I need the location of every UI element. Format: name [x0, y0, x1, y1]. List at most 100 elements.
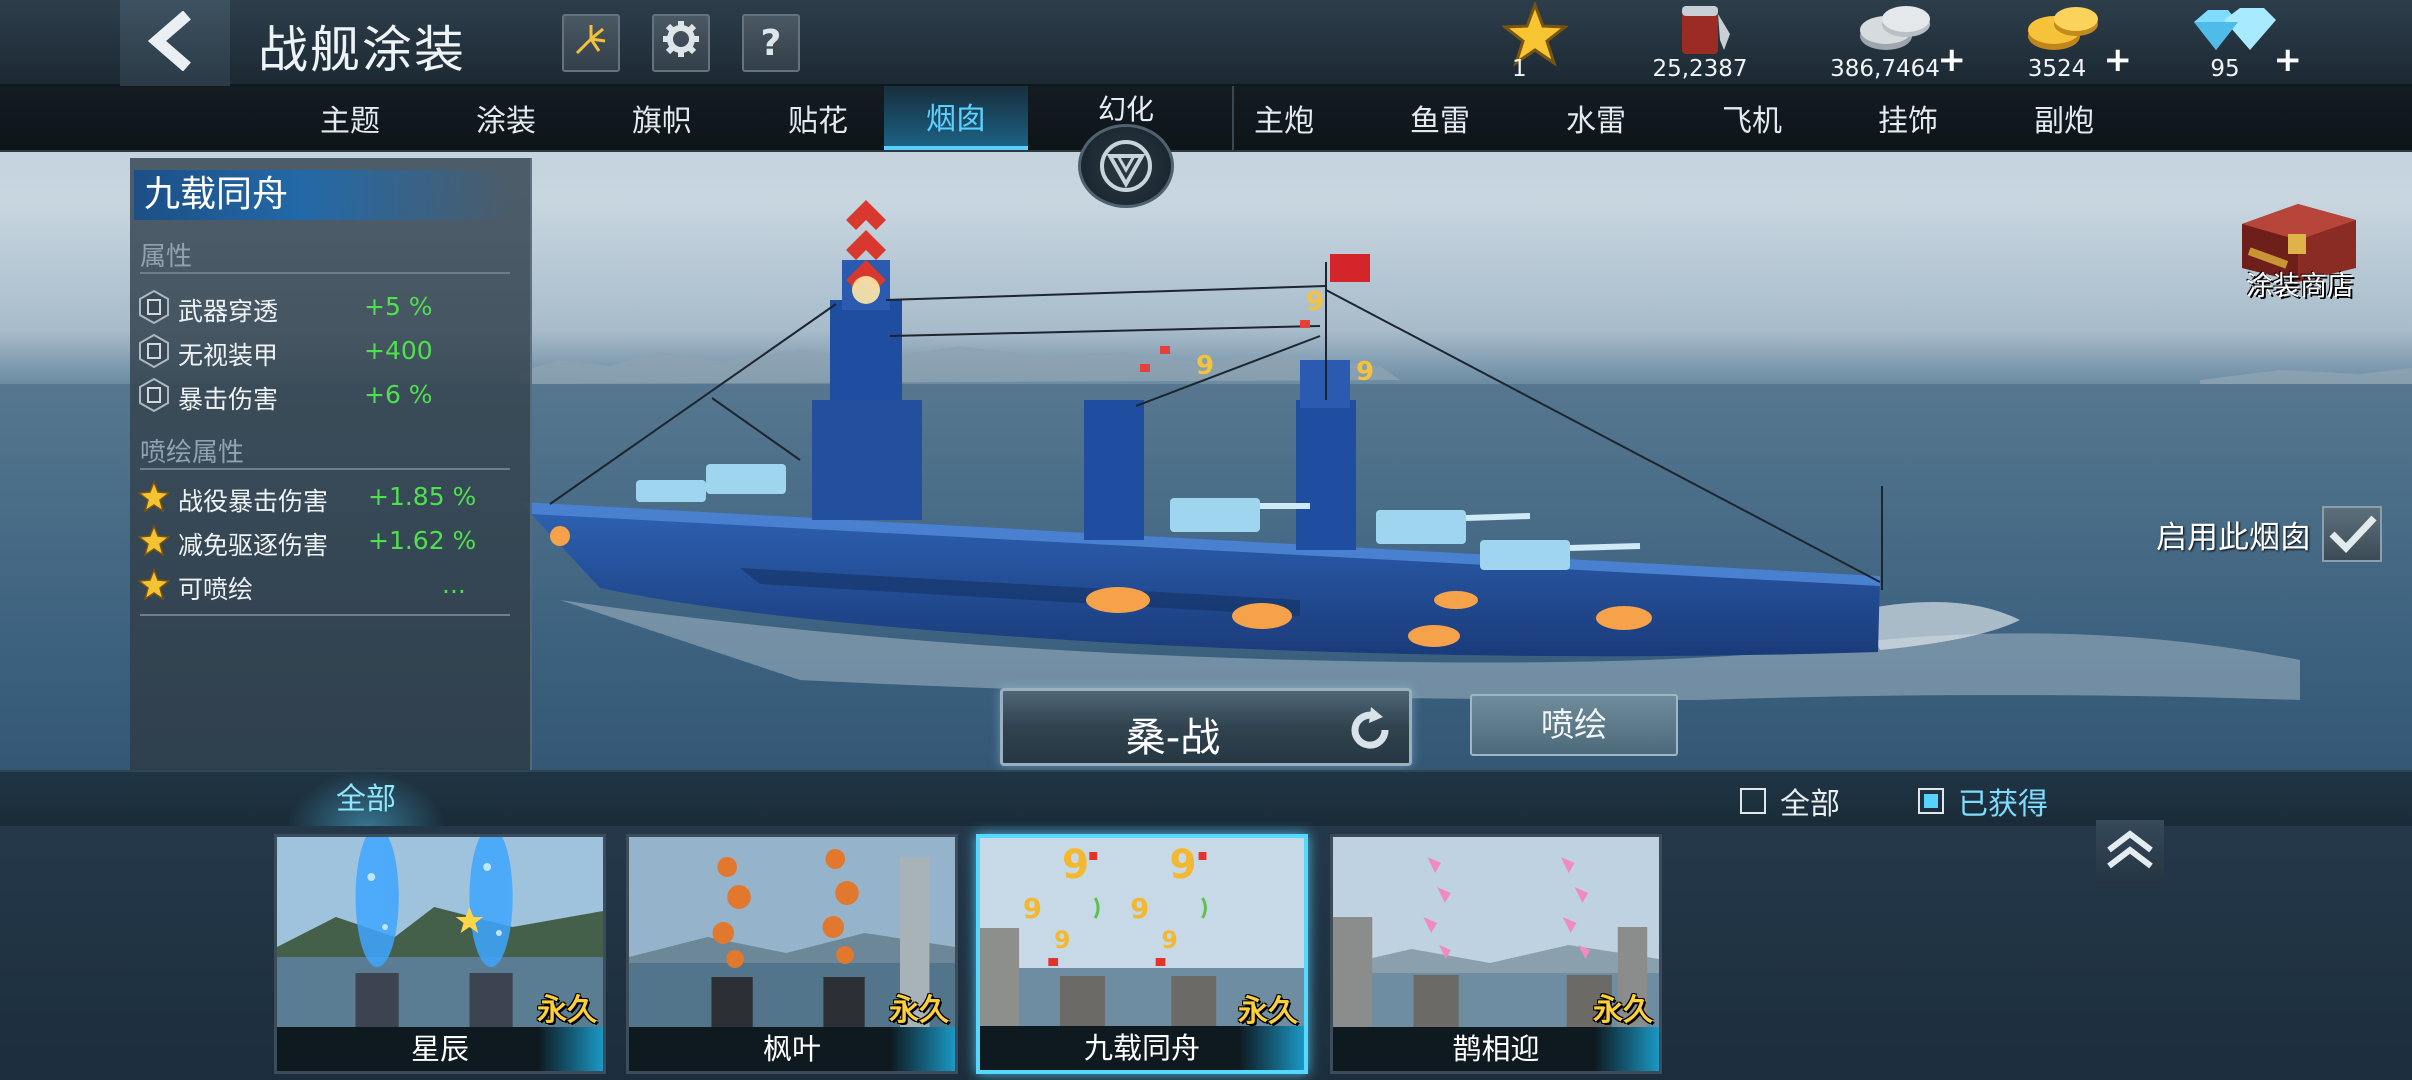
attr-value: +1.62 %: [368, 526, 477, 555]
permanent-tag: 永久: [1238, 994, 1298, 1029]
tab-aircraft[interactable]: 飞机: [1682, 86, 1822, 150]
add-diamond-icon[interactable]: +: [2274, 40, 2303, 80]
help-icon: ?: [760, 22, 782, 64]
svg-text:9: 9: [1130, 892, 1149, 925]
paint-bucket-icon: [1674, 0, 1734, 64]
tab-torpedo[interactable]: 鱼雷: [1370, 86, 1510, 150]
hex-shield-icon: [138, 377, 170, 413]
filter-strip: 全部 全部 已获得: [0, 770, 2412, 828]
help-button[interactable]: ?: [742, 14, 800, 72]
tab-theme[interactable]: 主题: [280, 86, 420, 150]
currency-paint-value: 25,2387: [1652, 56, 1748, 82]
transmute-tab[interactable]: 幻化: [1028, 76, 1224, 208]
svg-text:9: 9: [1196, 351, 1214, 381]
attr-name: 武器穿透: [178, 297, 279, 326]
attr-row: 减免驱逐伤害 +1.62 %: [136, 520, 516, 562]
attr-value: +5 %: [364, 292, 433, 321]
attr-value: ...: [442, 570, 466, 599]
skin-switch-button[interactable]: 桑-战: [1000, 688, 1412, 766]
checkbox-empty-icon: [1740, 788, 1766, 814]
tab-decal[interactable]: 贴花: [748, 86, 888, 150]
fireworks-button[interactable]: [562, 14, 620, 72]
currency-silver[interactable]: 386,7464 +: [1822, 0, 1972, 86]
card-name: 鹊相迎: [1333, 1027, 1659, 1071]
attr-row: 暴击伤害 +6 %: [136, 374, 516, 416]
gear-icon: [661, 19, 701, 68]
settings-button[interactable]: [652, 14, 710, 72]
filter-all-label: 全部: [1780, 787, 1840, 822]
currency-stars: 1: [1462, 0, 1602, 86]
attr-name: 减免驱逐伤害: [178, 531, 329, 560]
permanent-tag: 永久: [889, 993, 949, 1028]
silver-coins-icon: [1856, 2, 1936, 62]
diamond-icon: [2188, 4, 2278, 62]
attr-value: +6 %: [364, 380, 433, 409]
currency-diamond-value: 95: [2210, 56, 2240, 82]
filter-all-checkbox[interactable]: 全部: [1740, 784, 1840, 822]
attr-section-spray: 喷绘属性: [140, 438, 245, 468]
permanent-tag: 永久: [1593, 993, 1653, 1028]
tab-paint[interactable]: 涂装: [436, 86, 576, 150]
svg-text:9: 9: [1169, 842, 1196, 889]
tab-funnel[interactable]: 烟囱: [884, 86, 1028, 150]
permanent-tag: 永久: [537, 993, 597, 1028]
tab-ornament[interactable]: 挂饰: [1838, 86, 1978, 150]
svg-text:9: 9: [1162, 926, 1178, 954]
add-silver-icon[interactable]: +: [1938, 40, 1967, 80]
paint-shop-label: 涂装商店: [2246, 271, 2354, 302]
tab-flag[interactable]: 旗帜: [592, 86, 732, 150]
tab-main-gun[interactable]: 主炮: [1214, 86, 1354, 150]
checkbox-checked-icon: [1918, 788, 1944, 814]
refresh-icon[interactable]: [1345, 705, 1395, 755]
spray-button[interactable]: 喷绘: [1470, 694, 1678, 756]
add-gold-icon[interactable]: +: [2104, 40, 2133, 80]
hex-shield-icon: [138, 289, 170, 325]
svg-text:9: 9: [1062, 842, 1089, 889]
currency-paint: 25,2387: [1630, 0, 1770, 86]
gold-coins-icon: [2024, 2, 2104, 62]
attr-row: 武器穿透 +5 %: [136, 286, 516, 328]
filter-owned-checkbox[interactable]: 已获得: [1918, 784, 2048, 822]
currency-silver-value: 386,7464: [1830, 56, 1940, 82]
filter-tab-all[interactable]: 全部: [286, 772, 446, 828]
tab-mine[interactable]: 水雷: [1526, 86, 1666, 150]
attr-row: 可喷绘 ...: [136, 564, 516, 606]
attr-value: +1.85 %: [368, 482, 477, 511]
paint-shop-button[interactable]: 涂装商店: [2218, 184, 2378, 308]
currency-stars-value: 1: [1512, 56, 1527, 82]
star-icon: [137, 567, 171, 602]
back-button[interactable]: [120, 0, 230, 86]
svg-text:9: 9: [1054, 926, 1070, 954]
skin-title: 九载同舟: [134, 170, 514, 220]
svg-text:9: 9: [1023, 892, 1042, 925]
transmute-label: 幻化: [1097, 93, 1154, 126]
page-title: 战舰涂装: [258, 21, 466, 79]
attribute-panel: 九载同舟 属性 武器穿透 +5 % 无视装甲 +400 暴击伤害 +6 % 喷绘…: [130, 158, 532, 770]
currency-diamond[interactable]: 95 +: [2168, 0, 2308, 86]
enable-funnel-checkbox[interactable]: [2322, 506, 2382, 562]
attr-row: 战役暴击伤害 +1.85 %: [136, 476, 516, 518]
skin-card-quexiangying[interactable]: 永久 鹊相迎: [1330, 834, 1662, 1074]
skin-card-jiuzai-tongzhou[interactable]: 9 9 9 9 9 9 永久 九载同舟: [976, 834, 1308, 1074]
fireworks-icon: [571, 19, 611, 68]
star-icon: [137, 479, 171, 514]
transmute-icon: [1078, 124, 1174, 208]
attr-value: +400: [364, 336, 433, 365]
skin-card-xingchen[interactable]: 永久 星辰: [274, 834, 606, 1074]
attr-name: 可喷绘: [178, 575, 254, 604]
divider: [140, 272, 510, 274]
double-chevron-up-icon: [2103, 828, 2157, 876]
skin-name: 桑-战: [1125, 715, 1221, 761]
currency-gold[interactable]: 3524 +: [1998, 0, 2138, 86]
svg-text:9: 9: [1306, 287, 1324, 317]
attr-row: 无视装甲 +400: [136, 330, 516, 372]
back-arrow-icon: [143, 10, 207, 75]
currency-gold-value: 3524: [2027, 56, 2087, 82]
svg-text:9: 9: [1356, 357, 1374, 387]
star-icon: [137, 523, 171, 558]
collapse-tray-button[interactable]: [2096, 820, 2164, 884]
top-bar: 战舰涂装 ? 1 25,2387 386,7464 + 3524 + 95 +: [0, 0, 2412, 86]
skin-card-fengye[interactable]: 永久 枫叶: [626, 834, 958, 1074]
card-name: 九载同舟: [980, 1026, 1304, 1070]
tab-secondary-gun[interactable]: 副炮: [1994, 86, 2134, 150]
